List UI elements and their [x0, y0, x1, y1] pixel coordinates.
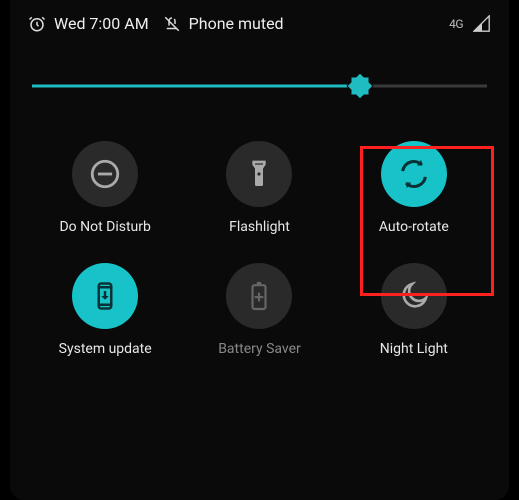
status-right: 4G	[449, 15, 491, 33]
network-label: 4G	[449, 17, 463, 31]
mute-icon	[163, 15, 181, 33]
tile-label: Do Not Disturb	[59, 219, 150, 235]
tile-systemupdate[interactable]: System update	[28, 263, 182, 357]
tiles-grid: Do Not Disturb Flashlight Auto-rotat	[10, 131, 509, 377]
mute-label: Phone muted	[189, 14, 284, 33]
slider-thumb[interactable]	[345, 71, 375, 101]
autorotate-icon	[381, 141, 447, 207]
brightness-slider[interactable]	[32, 61, 487, 111]
alarm-icon	[28, 15, 46, 33]
tile-autorotate[interactable]: Auto-rotate	[337, 141, 491, 235]
flashlight-icon	[226, 141, 292, 207]
tile-batterysaver[interactable]: Battery Saver	[182, 263, 336, 357]
alarm-time: Wed 7:00 AM	[54, 14, 149, 33]
tile-nightlight[interactable]: Night Light	[337, 263, 491, 357]
tile-label: System update	[59, 341, 152, 357]
tile-label: Flashlight	[229, 219, 290, 235]
tile-label: Night Light	[380, 341, 448, 357]
status-bar: Wed 7:00 AM Phone muted 4G	[10, 0, 509, 43]
slider-fill	[32, 85, 360, 88]
batterysaver-icon	[226, 263, 292, 329]
systemupdate-icon	[72, 263, 138, 329]
dnd-icon	[72, 141, 138, 207]
tile-label: Auto-rotate	[379, 219, 449, 235]
nightlight-icon	[381, 263, 447, 329]
quick-settings-panel: Wed 7:00 AM Phone muted 4G	[10, 0, 509, 500]
status-left: Wed 7:00 AM Phone muted	[28, 14, 284, 33]
signal-icon	[473, 15, 491, 33]
tile-dnd[interactable]: Do Not Disturb	[28, 141, 182, 235]
tile-flashlight[interactable]: Flashlight	[182, 141, 336, 235]
tile-label: Battery Saver	[218, 341, 301, 357]
